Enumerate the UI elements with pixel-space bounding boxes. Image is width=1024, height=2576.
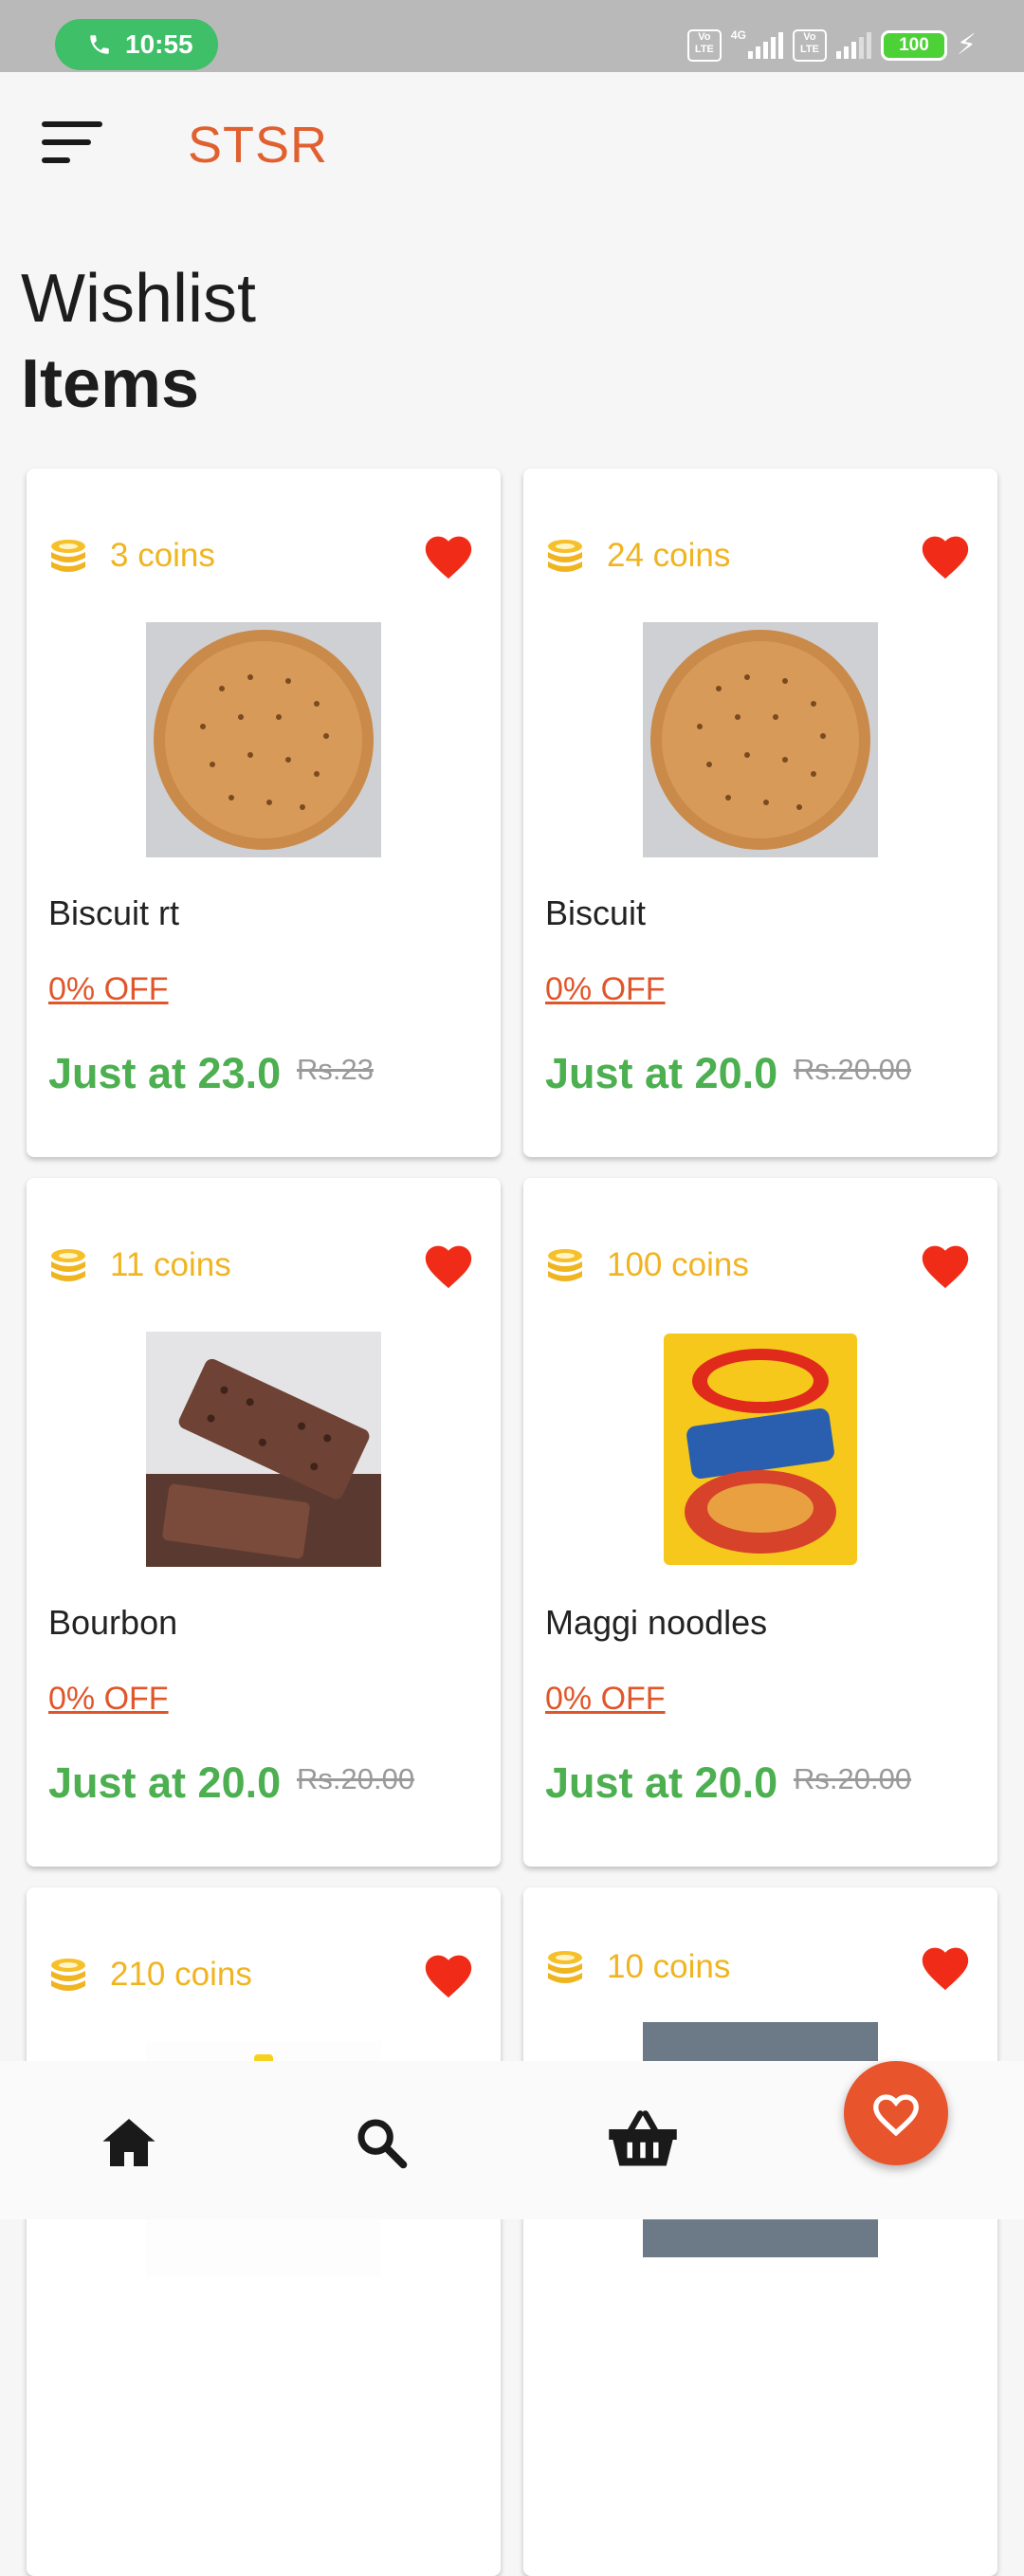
coins-label: 3 coins [110,537,215,574]
product-card[interactable]: 210 coins [27,1887,501,2576]
coins-icon [51,540,85,572]
heart-outline-icon [873,2094,919,2137]
charging-icon: ⚡ [956,29,977,61]
coins-icon [51,1959,85,1991]
coins-label: 100 coins [607,1246,749,1283]
coins-icon [548,1951,582,1983]
signal-icon [747,31,783,59]
coins-badge: 3 coins [47,535,215,577]
volte-icon-2: Vo LTE [792,28,827,62]
page-title-line1: Wishlist [21,261,256,337]
menu-icon[interactable] [42,121,106,169]
heart-icon[interactable] [421,529,476,580]
heart-icon[interactable] [918,1239,973,1290]
ongoing-call-pill[interactable]: 10:55 [55,19,218,70]
wishlist-fab[interactable] [844,2061,948,2165]
product-card[interactable]: 100 coins Maggi noodles 0% OFF Just at 2… [523,1178,997,1867]
signal-icon-2 [835,31,871,59]
product-name: Maggi noodles [545,1603,768,1642]
discount-label: 0% OFF [48,1681,169,1717]
brand-title: STSR [188,117,329,174]
heart-icon[interactable] [918,1941,973,1992]
product-image[interactable] [643,1332,878,1567]
mrp-label: Rs.20.00 [794,1053,912,1086]
price-label: Just at 20.0 [545,1758,778,1807]
coins-label: 24 coins [607,537,731,574]
price-label: Just at 20.0 [48,1758,282,1807]
coins-badge: 24 coins [544,535,730,577]
basket-icon[interactable] [605,2108,681,2171]
coins-icon [548,540,582,572]
heart-icon[interactable] [421,1948,476,1999]
volte-icon: Vo LTE [686,28,722,62]
coins-badge: 11 coins [47,1244,231,1286]
discount-label: 0% OFF [545,971,666,1007]
product-image[interactable] [643,622,878,857]
heart-icon[interactable] [421,1239,476,1290]
heart-icon[interactable] [918,529,973,580]
coins-badge: 100 coins [544,1244,749,1286]
product-image[interactable] [146,1332,381,1567]
status-bar: 10:55 Vo LTE 4G Vo LTE 100 ⚡ [0,0,1024,72]
coins-label: 11 coins [110,1246,231,1283]
product-name: Biscuit [545,893,647,932]
clock: 10:55 [125,29,193,59]
page-title: Wishlist Items [21,256,256,427]
phone-icon [90,35,109,54]
mrp-label: Rs.23 [297,1053,374,1086]
product-card[interactable]: 3 coins Biscuit rt 0% OFF Just at 23.0 R… [27,469,501,1157]
product-card[interactable]: 11 coins Bourbon 0% OFF Just at 20.0 Rs.… [27,1178,501,1867]
battery-icon: 100 [880,29,947,61]
discount-label: 0% OFF [48,971,169,1007]
coins-icon [51,1249,85,1281]
product-image[interactable] [146,622,381,857]
network-type-label: 4G [730,28,746,42]
coins-icon [548,1249,582,1281]
coins-badge: 10 coins [544,1946,730,1988]
price-label: Just at 23.0 [48,1049,282,1097]
product-card[interactable]: 10 coins [523,1887,997,2576]
discount-label: 0% OFF [545,1681,666,1717]
coins-label: 210 coins [110,1956,252,1993]
coins-label: 10 coins [607,1948,731,1985]
mrp-label: Rs.20.00 [794,1762,912,1795]
price-label: Just at 20.0 [545,1049,778,1097]
app-bar: STSR [0,72,1024,233]
status-icons: Vo LTE 4G Vo LTE 100 ⚡ [686,28,977,62]
product-name: Biscuit rt [48,893,180,932]
search-icon[interactable] [355,2116,408,2169]
mrp-label: Rs.20.00 [297,1762,415,1795]
product-name: Bourbon [48,1603,178,1642]
product-card[interactable]: 24 coins Biscuit 0% OFF Just at 20.0 Rs.… [523,469,997,1157]
home-icon[interactable] [101,2116,157,2169]
coins-badge: 210 coins [47,1954,252,1996]
page-title-line2: Items [21,346,200,422]
